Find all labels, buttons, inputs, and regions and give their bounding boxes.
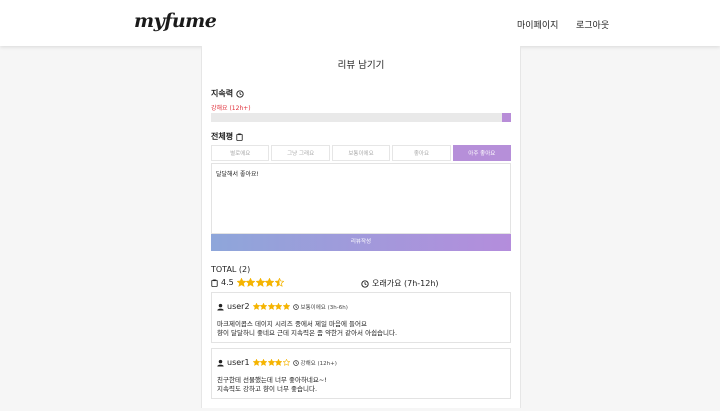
review-star-rating <box>252 359 290 366</box>
avg-rating: 4.5 <box>221 278 234 287</box>
duration-section-label: 지속력 <box>211 88 244 99</box>
star-icon <box>255 278 265 287</box>
option-1[interactable]: 별로에요 <box>211 145 270 161</box>
logout-link[interactable]: 로그아웃 <box>576 18 609 31</box>
review-total: TOTAL (2) <box>211 265 251 274</box>
top-header: myfume 마이페이지 로그아웃 <box>0 0 720 46</box>
review-star-rating <box>252 303 290 310</box>
star-icon <box>267 303 275 310</box>
overall-options: 별로에요 그냥 그래요 보통이에요 좋아요 아주 좋아요 <box>211 145 512 161</box>
review-item: user2 보통이에요 (3h-6h) 마크제이콥스 데이지 시리즈 중에서 제… <box>211 292 511 343</box>
star-icon <box>275 303 283 310</box>
review-username: user2 <box>227 302 250 311</box>
star-icon <box>275 359 283 366</box>
duration-label: 지속력 <box>211 89 234 98</box>
option-5[interactable]: 아주 좋아요 <box>452 145 512 161</box>
avg-duration-summary: 오래가요 (7h-12h) <box>361 278 439 289</box>
clock-icon <box>361 279 369 288</box>
duration-slider[interactable] <box>211 113 511 122</box>
review-duration: 보통이에요 (3h-6h) <box>292 303 348 311</box>
option-3[interactable]: 보통이에요 <box>331 145 391 161</box>
review-line: 향이 달달하니 좋네요 근데 지속력은 좀 약한거 같아서 아쉽습니다. <box>217 329 398 337</box>
review-line: 마크제이콥스 데이지 시리즈 중에서 제일 마음에 들어요 <box>217 320 367 328</box>
clipboard-icon <box>236 133 243 141</box>
clipboard-icon <box>211 279 218 287</box>
star-icon <box>260 359 268 366</box>
mypage-link[interactable]: 마이페이지 <box>517 18 558 31</box>
review-textarea[interactable] <box>211 163 511 234</box>
clock-icon <box>292 303 299 310</box>
user-icon <box>217 359 224 367</box>
option-4[interactable]: 좋아요 <box>392 145 451 161</box>
review-header: user1 강해요 (12h+) <box>217 358 337 367</box>
star-icon <box>282 303 290 310</box>
logo[interactable]: myfume <box>134 10 217 32</box>
review-text: 친구한테 선물했는데 너무 좋아하네요~! 지속력도 강하고 향이 너무 좋습니… <box>217 376 327 394</box>
star-icon <box>267 359 275 366</box>
submit-button[interactable]: 리뷰작성 <box>211 234 511 251</box>
review-header: user2 보통이에요 (3h-6h) <box>217 302 348 311</box>
clock-icon <box>236 89 244 98</box>
review-text: 마크제이콥스 데이지 시리즈 중에서 제일 마음에 들어요 향이 달달하니 좋네… <box>217 320 397 338</box>
review-line: 지속력도 강하고 향이 너무 좋습니다. <box>217 385 318 393</box>
empty-star-icon <box>282 359 290 366</box>
option-2[interactable]: 그냥 그래요 <box>271 145 330 161</box>
star-icon <box>252 359 260 366</box>
star-icon <box>265 278 275 287</box>
review-card: 리뷰 남기기 지속력 강해요 (12h+) 전체평 별로에요 그냥 그래요 보통… <box>201 46 521 408</box>
review-duration: 강해요 (12h+) <box>292 359 337 367</box>
user-icon <box>217 303 224 311</box>
star-icon <box>236 278 246 287</box>
avg-duration: 오래가요 (7h-12h) <box>372 279 439 288</box>
review-item: user1 강해요 (12h+) 친구한테 선물했는데 너무 좋아하네요~! 지… <box>211 348 511 399</box>
clock-icon <box>292 359 299 366</box>
star-icon <box>260 303 268 310</box>
half-star-icon <box>274 278 284 287</box>
duration-value: 강해요 (12h+) <box>211 105 251 112</box>
review-duration-text: 강해요 (12h+) <box>300 360 337 367</box>
review-username: user1 <box>227 358 250 367</box>
review-duration-text: 보통이에요 (3h-6h) <box>300 304 348 311</box>
star-icon <box>252 303 260 310</box>
avg-star-rating <box>236 278 284 287</box>
review-line: 친구한테 선물했는데 너무 좋아하네요~! <box>217 376 327 384</box>
star-icon <box>246 278 256 287</box>
avg-rating-summary: 4.5 <box>211 278 284 287</box>
overall-section-label: 전체평 <box>211 131 243 142</box>
page-title: 리뷰 남기기 <box>337 60 385 71</box>
duration-slider-fill <box>502 113 511 122</box>
overall-label: 전체평 <box>211 132 234 141</box>
